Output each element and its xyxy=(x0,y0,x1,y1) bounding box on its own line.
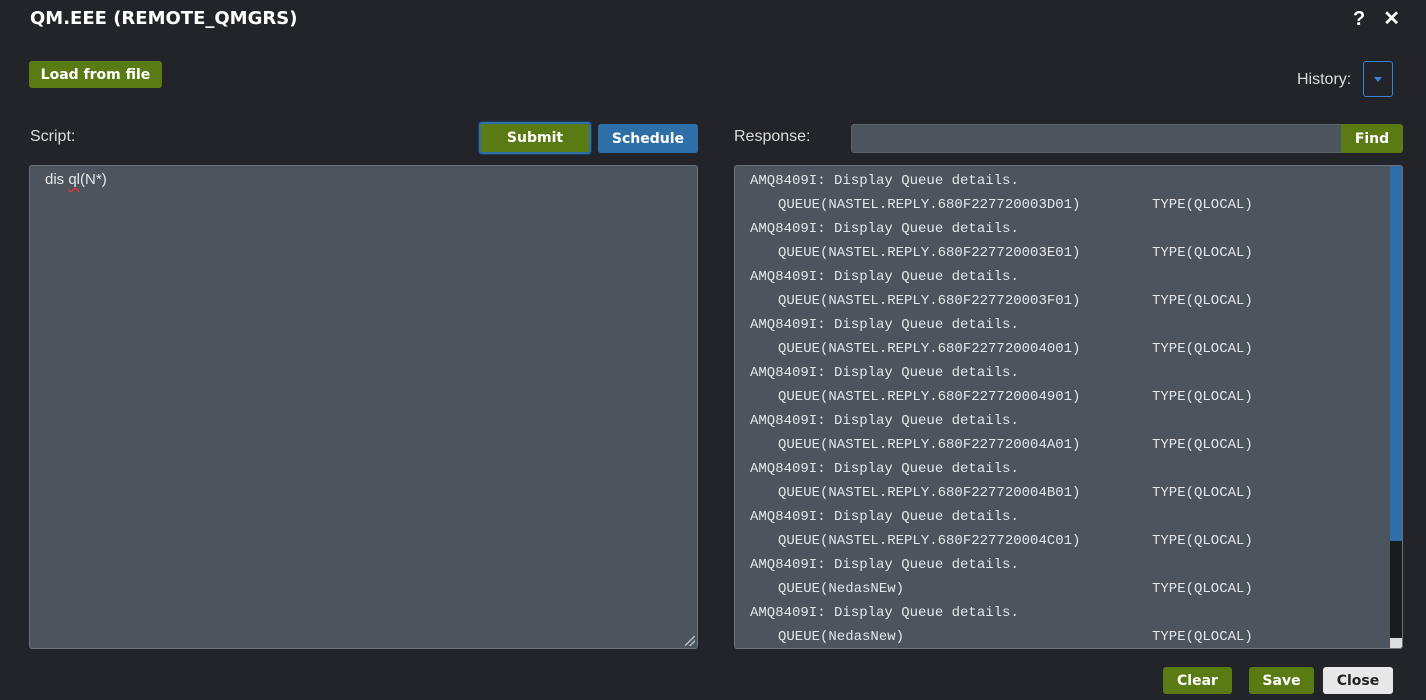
scrollbar-thumb[interactable] xyxy=(1390,166,1402,541)
response-header-line: AMQ8409I: Display Queue details. xyxy=(750,413,1019,429)
queue-name: QUEUE(NASTEL.REPLY.680F227720004B01) xyxy=(778,485,1081,501)
submit-button[interactable]: Submit xyxy=(479,122,591,154)
queue-name: QUEUE(NASTEL.REPLY.680F227720004901) xyxy=(778,389,1081,405)
title-bar-actions: ? ✕ xyxy=(1353,8,1400,30)
queue-type: TYPE(QLOCAL) xyxy=(1152,245,1253,261)
response-header-line: AMQ8409I: Display Queue details. xyxy=(750,221,1019,237)
clear-button[interactable]: Clear xyxy=(1163,667,1232,694)
close-button[interactable]: Close xyxy=(1323,667,1393,694)
load-from-file-button[interactable]: Load from file xyxy=(29,61,162,88)
script-label: Script: xyxy=(30,128,76,145)
queue-type: TYPE(QLOCAL) xyxy=(1152,581,1253,597)
response-header-line: AMQ8409I: Display Queue details. xyxy=(750,365,1019,381)
response-detail-line: QUEUE(NASTEL.REPLY.680F227720003F01) TYPE… xyxy=(750,289,1253,313)
response-header-line: AMQ8409I: Display Queue details. xyxy=(750,269,1019,285)
response-detail-line: QUEUE(NASTEL.REPLY.680F227720004C01) TYPE… xyxy=(750,529,1253,553)
queue-type: TYPE(QLOCAL) xyxy=(1152,533,1253,549)
resize-handle-icon[interactable] xyxy=(685,636,695,646)
close-icon[interactable]: ✕ xyxy=(1383,8,1400,30)
script-text-misspelled: ql xyxy=(68,171,81,188)
queue-name: QUEUE(NASTEL.REPLY.680F227720003F01) xyxy=(778,293,1081,309)
queue-name: QUEUE(NASTEL.REPLY.680F227720003D01) xyxy=(778,197,1081,213)
queue-type: TYPE(QLOCAL) xyxy=(1152,629,1253,645)
help-icon[interactable]: ? xyxy=(1353,8,1365,30)
response-detail-line: QUEUE(NASTEL.REPLY.680F227720004001) TYPE… xyxy=(750,337,1253,361)
queue-name: QUEUE(NASTEL.REPLY.680F227720003E01) xyxy=(778,245,1081,261)
queue-type: TYPE(QLOCAL) xyxy=(1152,437,1253,453)
queue-type: TYPE(QLOCAL) xyxy=(1152,341,1253,357)
response-lines: AMQ8409I: Display Queue details. QUEUE(NA… xyxy=(750,169,1253,648)
queue-type: TYPE(QLOCAL) xyxy=(1152,485,1253,501)
dialog-title: QM.EEE (REMOTE_QMGRS) xyxy=(30,8,298,29)
history-dropdown[interactable] xyxy=(1363,61,1393,97)
find-button[interactable]: Find xyxy=(1341,124,1403,153)
response-detail-line: QUEUE(NASTEL.REPLY.680F227720003D01) TYPE… xyxy=(750,193,1253,217)
history-label: History: xyxy=(1297,71,1352,88)
script-text-suffix: (N*) xyxy=(80,171,107,188)
queue-name: QUEUE(NedasNEw) xyxy=(778,581,905,597)
find-input[interactable] xyxy=(851,124,1343,153)
response-detail-line: QUEUE(NASTEL.REPLY.680F227720004A01) TYPE… xyxy=(750,433,1253,457)
schedule-button[interactable]: Schedule xyxy=(598,124,698,153)
response-output[interactable]: AMQ8409I: Display Queue details. QUEUE(NA… xyxy=(734,165,1403,649)
script-text-prefix: dis xyxy=(45,171,69,188)
response-scrollbar[interactable] xyxy=(1390,166,1402,648)
script-editor[interactable]: dis ql(N*) xyxy=(29,165,698,649)
queue-name: QUEUE(NASTEL.REPLY.680F227720004A01) xyxy=(778,437,1081,453)
response-detail-line: QUEUE(NASTEL.REPLY.680F227720004B01) TYPE… xyxy=(750,481,1253,505)
queue-type: TYPE(QLOCAL) xyxy=(1152,197,1253,213)
response-header-line: AMQ8409I: Display Queue details. xyxy=(750,317,1019,333)
response-detail-line: QUEUE(NedasNEw) TYPE(QLOCAL) xyxy=(750,577,1253,601)
queue-type: TYPE(QLOCAL) xyxy=(1152,389,1253,405)
queue-type: TYPE(QLOCAL) xyxy=(1152,293,1253,309)
response-header-line: AMQ8409I: Display Queue details. xyxy=(750,461,1019,477)
response-header-line: AMQ8409I: Display Queue details. xyxy=(750,173,1019,189)
response-header-line: AMQ8409I: Display Queue details. xyxy=(750,509,1019,525)
resize-corner-icon xyxy=(1390,638,1402,648)
response-detail-line: QUEUE(NedasNew) TYPE(QLOCAL) xyxy=(750,625,1253,648)
response-detail-line: QUEUE(NASTEL.REPLY.680F227720004901) TYPE… xyxy=(750,385,1253,409)
response-header-line: AMQ8409I: Display Queue details. xyxy=(750,557,1019,573)
save-button[interactable]: Save xyxy=(1249,667,1314,694)
response-label: Response: xyxy=(734,128,811,145)
queue-name: QUEUE(NASTEL.REPLY.680F227720004C01) xyxy=(778,533,1081,549)
queue-name: QUEUE(NASTEL.REPLY.680F227720004001) xyxy=(778,341,1081,357)
response-detail-line: QUEUE(NASTEL.REPLY.680F227720003E01) TYPE… xyxy=(750,241,1253,265)
response-header-line: AMQ8409I: Display Queue details. xyxy=(750,605,1019,621)
queue-name: QUEUE(NedasNew) xyxy=(778,629,905,645)
